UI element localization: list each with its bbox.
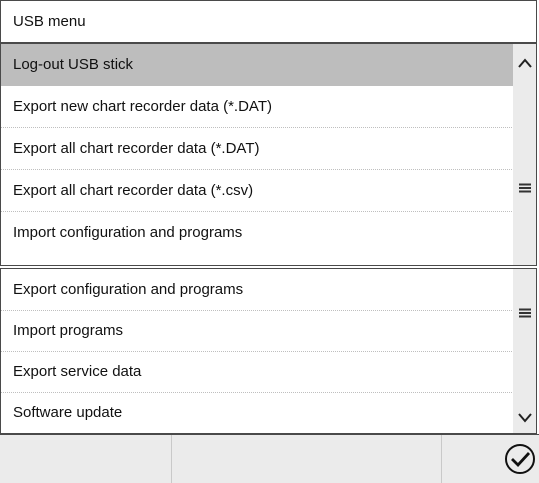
menu-icon[interactable] xyxy=(513,180,536,198)
scrollbar-bottom[interactable] xyxy=(513,269,536,433)
menu-item-logout-usb-stick[interactable]: Log-out USB stick xyxy=(1,44,514,86)
menu-item-export-service-data[interactable]: Export service data xyxy=(1,351,514,393)
menu-item-label: Export all chart recorder data (*.csv) xyxy=(13,182,254,199)
menu-item-import-configuration[interactable]: Import configuration and programs xyxy=(1,212,514,254)
chevron-down-icon[interactable] xyxy=(513,411,536,429)
menu-item-label: Software update xyxy=(13,404,123,421)
scrollbar-top[interactable] xyxy=(513,44,536,265)
menu-item-export-new-chart-dat[interactable]: Export new chart recorder data (*.DAT) xyxy=(1,86,514,128)
menu-item-label: Import configuration and programs xyxy=(13,224,243,241)
menu-item-export-configuration[interactable]: Export configuration and programs xyxy=(1,269,514,311)
menu-item-label: Export new chart recorder data (*.DAT) xyxy=(13,98,272,115)
menu-item-export-all-chart-csv[interactable]: Export all chart recorder data (*.csv) xyxy=(1,170,514,212)
footer-button-1[interactable] xyxy=(0,435,172,483)
menu-item-software-update[interactable]: Software update xyxy=(1,392,514,434)
menu-icon[interactable] xyxy=(513,305,536,323)
check-circle-icon xyxy=(505,444,535,474)
menu-list-top: Log-out USB stick Export new chart recor… xyxy=(0,43,537,266)
menu-item-label: Export configuration and programs xyxy=(13,281,244,298)
menu-list-bottom: Export configuration and programs Import… xyxy=(0,268,537,434)
confirm-button[interactable] xyxy=(442,435,539,483)
usb-menu-window: USB menu Log-out USB stick Export new ch… xyxy=(0,0,539,483)
footer-button-2[interactable] xyxy=(172,435,442,483)
menu-item-label: Export all chart recorder data (*.DAT) xyxy=(13,140,260,157)
menu-item-label: Log-out USB stick xyxy=(13,56,134,73)
chevron-up-icon[interactable] xyxy=(513,56,536,74)
menu-item-label: Export service data xyxy=(13,363,142,380)
menu-item-label: Import programs xyxy=(13,322,124,339)
title-bar: USB menu xyxy=(0,0,537,43)
menu-item-import-programs[interactable]: Import programs xyxy=(1,310,514,352)
menu-item-export-all-chart-dat[interactable]: Export all chart recorder data (*.DAT) xyxy=(1,128,514,170)
page-title: USB menu xyxy=(13,13,86,30)
footer-bar xyxy=(0,434,539,483)
